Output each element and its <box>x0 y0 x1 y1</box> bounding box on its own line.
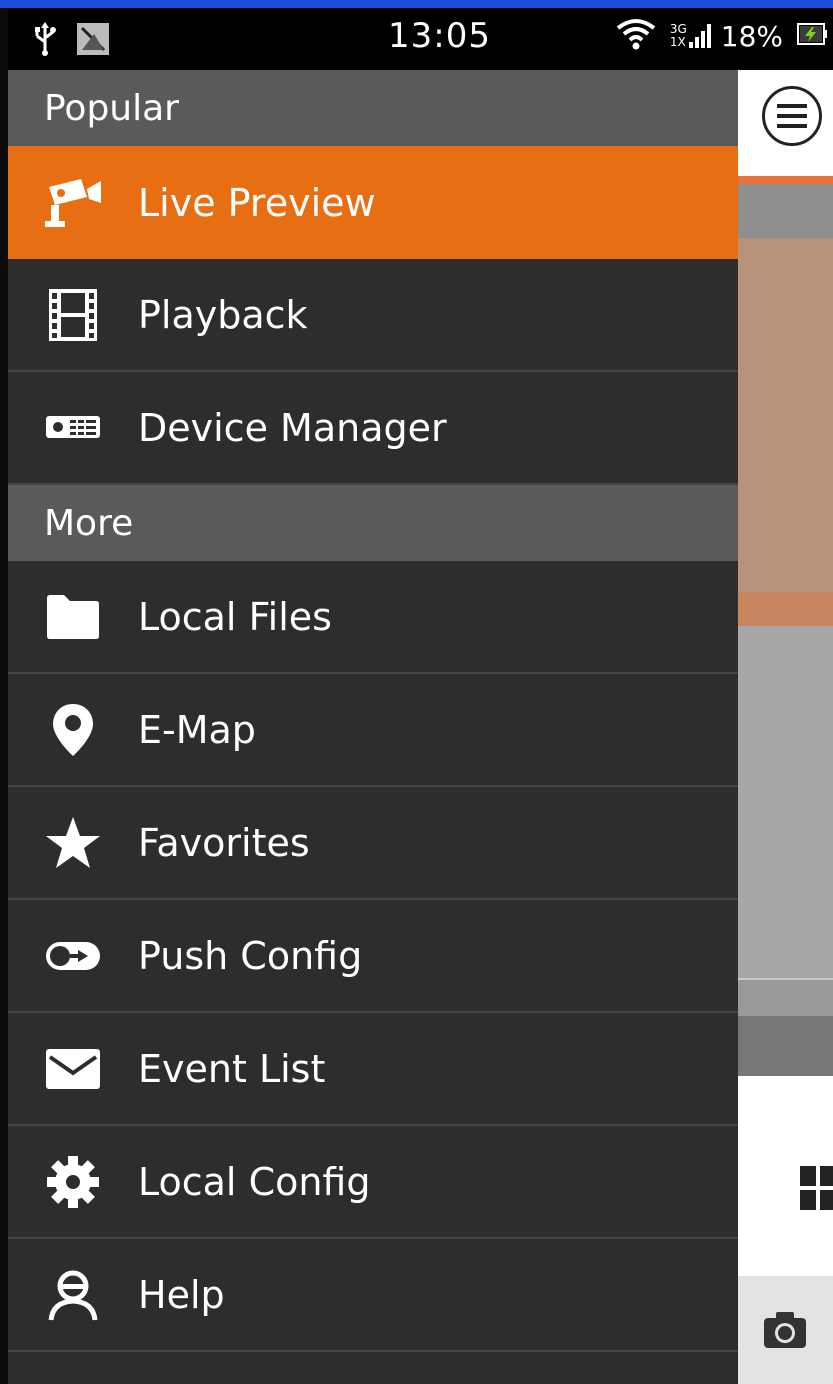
status-bar: 13:05 3G 1X 18% <box>8 8 833 70</box>
menu-item-label: Local Config <box>138 1159 371 1204</box>
no-signal-image-icon <box>76 22 110 60</box>
map-pin-icon <box>8 673 138 786</box>
usb-icon <box>34 22 56 60</box>
section-header-more: More <box>8 485 738 561</box>
dvr-icon <box>8 371 138 484</box>
status-time: 13:05 <box>388 16 491 56</box>
user-icon <box>8 1238 138 1351</box>
push-toggle-icon <box>8 899 138 1012</box>
video-preview-area <box>738 238 833 592</box>
grid-layout-icon[interactable] <box>800 1166 833 1214</box>
main-content-behind-drawer <box>738 70 833 1384</box>
menu-item-local-files[interactable]: Local Files <box>8 561 738 674</box>
menu-item-label: Event List <box>138 1046 326 1091</box>
menu-item-local-config[interactable]: Local Config <box>8 1126 738 1239</box>
menu-item-label: Live Preview <box>138 180 376 225</box>
navigation-drawer: Popular Live Preview Playback Device Man… <box>8 70 738 1384</box>
menu-item-label: Help <box>138 1272 225 1317</box>
menu-item-label: Playback <box>138 292 308 337</box>
folder-icon <box>8 560 138 673</box>
menu-toggle-button[interactable] <box>762 86 822 146</box>
menu-item-event-list[interactable]: Event List <box>8 1013 738 1126</box>
menu-item-label: Push Config <box>138 933 363 978</box>
wifi-icon <box>616 18 656 54</box>
menu-item-help[interactable]: Help <box>8 1239 738 1352</box>
camera-icon <box>8 146 138 259</box>
gear-icon <box>8 1125 138 1238</box>
menu-item-playback[interactable]: Playback <box>8 259 738 372</box>
film-icon <box>8 258 138 371</box>
envelope-icon <box>8 1012 138 1125</box>
menu-item-push-config[interactable]: Push Config <box>8 900 738 1013</box>
menu-item-favorites[interactable]: Favorites <box>8 787 738 900</box>
menu-item-label: Device Manager <box>138 405 447 450</box>
menu-item-label: Local Files <box>138 594 332 639</box>
menu-item-label: Favorites <box>138 820 310 865</box>
menu-item-live-preview[interactable]: Live Preview <box>8 146 738 259</box>
top-accent-bar <box>0 0 833 8</box>
cell-signal-icon: 3G 1X <box>670 22 713 50</box>
menu-item-e-map[interactable]: E-Map <box>8 674 738 787</box>
left-edge <box>0 8 8 1384</box>
battery-percent: 18% <box>720 19 783 53</box>
network-type-bottom: 1X <box>669 35 686 49</box>
menu-item-device-manager[interactable]: Device Manager <box>8 372 738 485</box>
menu-item-label: E-Map <box>138 707 256 752</box>
battery-icon <box>797 21 827 51</box>
snapshot-camera-icon[interactable] <box>762 1310 808 1354</box>
screen: 13:05 3G 1X 18% Popular Live Preview Pla… <box>0 0 833 1384</box>
section-header-popular: Popular <box>8 70 738 146</box>
star-icon <box>8 786 138 899</box>
